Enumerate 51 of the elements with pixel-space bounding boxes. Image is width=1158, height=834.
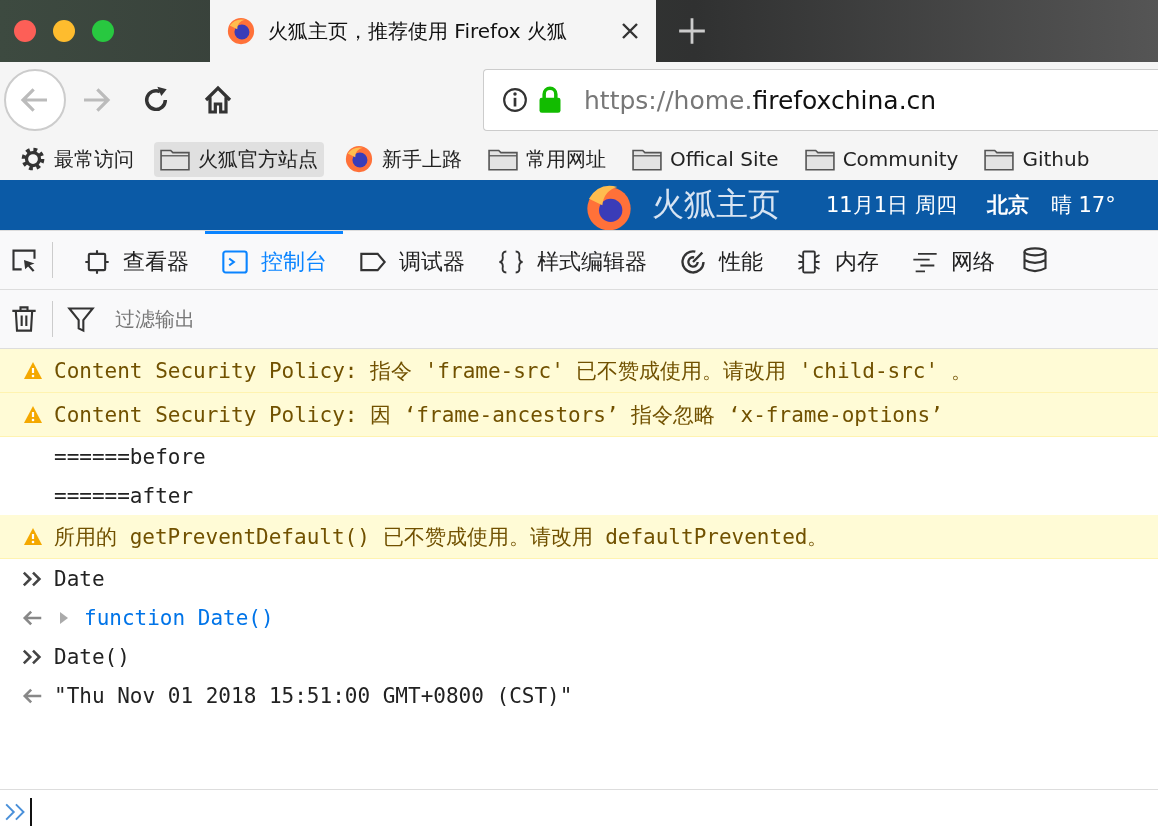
- devtools-tab[interactable]: 性能: [663, 231, 779, 289]
- minimize-window-button[interactable]: [53, 20, 75, 42]
- new-tab-icon[interactable]: [678, 17, 706, 45]
- bookmark-item[interactable]: 火狐官方站点: [154, 141, 324, 177]
- inspector-tool-icon: [83, 247, 111, 276]
- console-message: Content Security Policy: 指令 'frame-src' 已不赞成使用。请改用 'child-src' 。: [54, 357, 972, 385]
- tab-title: 火狐主页，推荐使用 Firefox 火狐: [268, 17, 568, 45]
- date-text: 11月1日 周四: [826, 192, 957, 219]
- database-icon[interactable]: [1021, 246, 1049, 274]
- console-message: Date: [54, 566, 105, 591]
- firefox-icon: [344, 144, 374, 174]
- filter-icon: [67, 305, 95, 333]
- warning-icon: [22, 360, 44, 381]
- browser-tab[interactable]: 火狐主页，推荐使用 Firefox 火狐: [210, 0, 656, 62]
- filter-field[interactable]: 过滤输出: [113, 306, 417, 332]
- warning-icon: [22, 404, 44, 425]
- city-text: 北京: [986, 192, 1029, 219]
- console-message: ======after: [54, 483, 194, 508]
- console-tool-icon: [221, 247, 249, 276]
- firefox-icon: [226, 16, 256, 46]
- warning-icon: [22, 526, 44, 547]
- devtools-tab[interactable]: 查看器: [67, 231, 205, 289]
- bookmark-item[interactable]: Offical Site: [626, 142, 785, 176]
- devtools-tab[interactable]: 网络: [895, 231, 1011, 289]
- console-message: 所用的 getPreventDefault() 已不赞成使用。请改用 defaultPrevented。: [54, 523, 829, 551]
- console-message: "Thu Nov 01 2018 15:51:00 GMT+0800 (CST)": [54, 683, 573, 708]
- console-message: Content Security Policy: 因 ‘frame-ancestors’ 指令忽略 ‘x-frame-options’: [54, 401, 943, 429]
- lock-icon: [538, 86, 562, 114]
- console-message: function Date(): [84, 605, 274, 630]
- devtools-tab[interactable]: 样式编辑器: [481, 231, 663, 289]
- info-icon[interactable]: [502, 87, 528, 113]
- home-icon[interactable]: [202, 84, 234, 116]
- bookmark-item[interactable]: 常用网址: [482, 141, 612, 177]
- trash-icon[interactable]: [10, 305, 38, 333]
- bookmark-item[interactable]: Community: [798, 142, 965, 176]
- zoom-window-button[interactable]: [92, 20, 114, 42]
- url-text: https://home.firefoxchina.cn: [584, 85, 937, 115]
- bookmark-item[interactable]: Github: [978, 142, 1096, 176]
- performance-tool-icon: [679, 247, 707, 276]
- close-window-button[interactable]: [14, 20, 36, 42]
- address-field[interactable]: https://home.firefoxchina.cn: [483, 69, 1158, 131]
- devtools-tab[interactable]: 内存: [779, 231, 895, 289]
- console-message: Date(): [54, 644, 130, 669]
- weather-text: 晴 17°: [1050, 192, 1116, 219]
- gear-icon: [20, 146, 46, 172]
- console-message: ======before: [54, 444, 206, 469]
- devtools-tab[interactable]: 调试器: [343, 231, 481, 289]
- close-icon[interactable]: [620, 21, 640, 41]
- bookmark-item[interactable]: 新手上路: [338, 140, 468, 178]
- bookmark-item[interactable]: 最常访问: [14, 141, 140, 177]
- brand-title: 火狐主页: [652, 184, 780, 225]
